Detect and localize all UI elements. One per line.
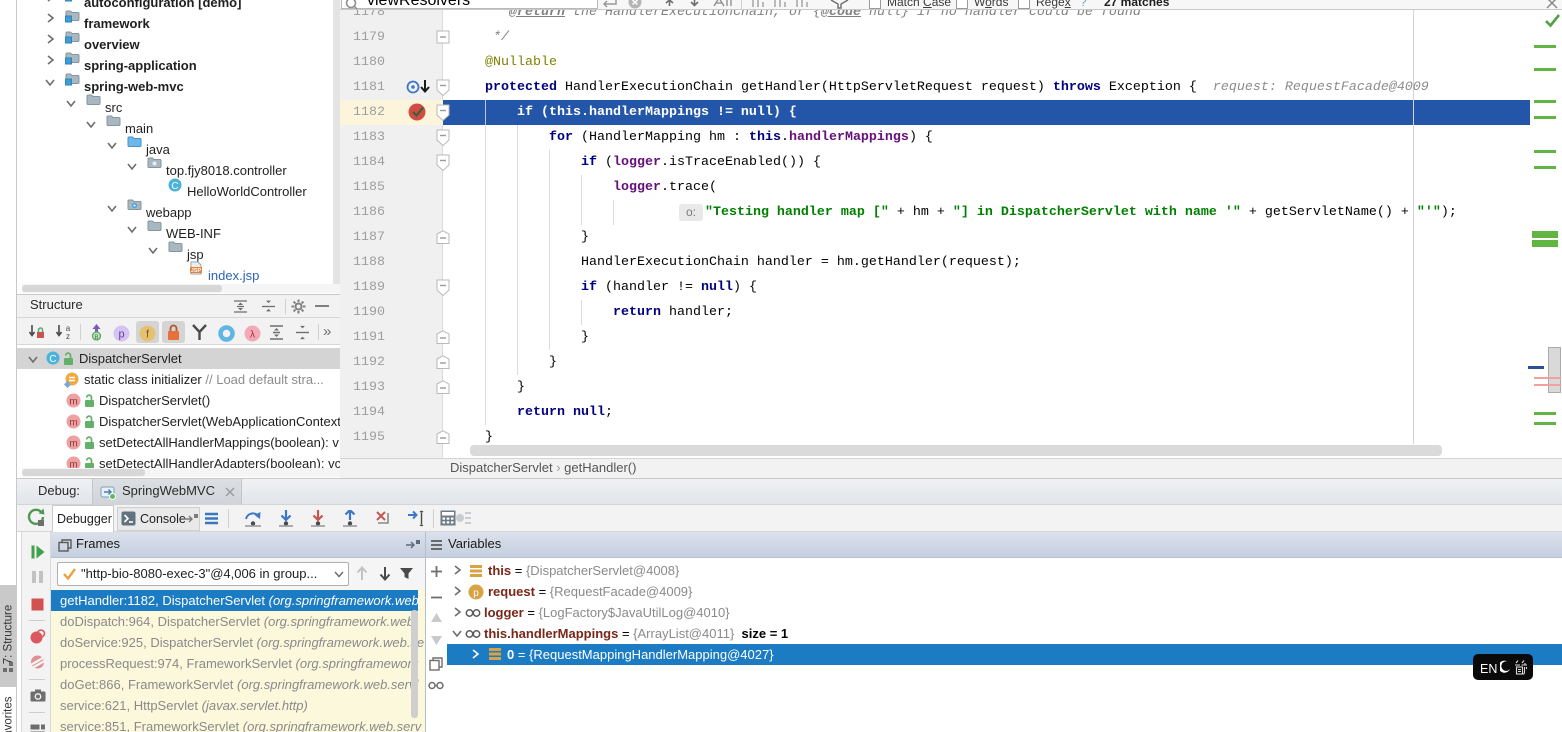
svg-text:B: B bbox=[94, 334, 98, 341]
svg-text:p: p bbox=[473, 588, 479, 599]
svg-text:p: p bbox=[118, 329, 124, 341]
svg-text:C: C bbox=[49, 354, 56, 365]
svg-text:m: m bbox=[69, 438, 77, 449]
svg-text:JSP: JSP bbox=[191, 268, 202, 274]
svg-text:m: m bbox=[69, 417, 77, 428]
svg-text:C: C bbox=[171, 181, 178, 192]
svg-text:m: m bbox=[69, 396, 77, 407]
svg-text:λ: λ bbox=[250, 330, 255, 341]
svg-text:z: z bbox=[66, 332, 70, 340]
